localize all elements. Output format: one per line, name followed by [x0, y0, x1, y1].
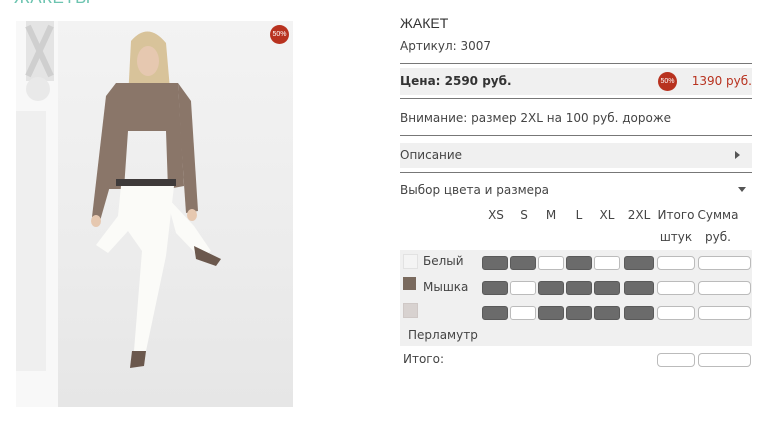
old-price: Цена: 2590 руб. — [400, 74, 512, 88]
price-row: Цена: 2590 руб. 50% 1390 руб. — [400, 68, 752, 95]
divider — [400, 135, 752, 136]
size-header-m: M — [545, 208, 557, 222]
size-cell-m[interactable] — [538, 306, 564, 320]
grand-qty-total — [657, 353, 695, 367]
qty-header-line2: штук — [659, 230, 693, 244]
size-header-s: S — [520, 208, 528, 222]
size-cell-l[interactable] — [566, 256, 592, 270]
size-header-l: L — [575, 208, 583, 222]
new-price: 1390 руб. — [691, 74, 752, 88]
color-name: Белый — [423, 254, 464, 268]
size-header-xl: XL — [599, 208, 615, 222]
size-cell-xs[interactable] — [482, 281, 508, 295]
color-name: Перламутр — [408, 328, 478, 342]
row-sum-total — [698, 256, 751, 270]
size-header-2xl: 2XL — [627, 208, 651, 222]
description-toggle[interactable]: Описание — [400, 143, 752, 168]
size-notice: Внимание: размер 2XL на 100 руб. дороже — [400, 111, 672, 125]
divider — [400, 98, 752, 99]
price-discount-badge: 50% — [658, 72, 677, 91]
grand-total-label: Итого: — [403, 352, 444, 366]
size-cell-s[interactable] — [510, 306, 536, 320]
product-photo[interactable]: 50% — [16, 21, 293, 407]
description-label: Описание — [400, 148, 463, 162]
color-swatch — [403, 254, 418, 269]
row-qty-total — [657, 306, 695, 320]
size-cell-2xl[interactable] — [624, 281, 654, 295]
row-qty-total — [657, 256, 695, 270]
size-cell-s[interactable] — [510, 281, 536, 295]
qty-header-line1: Итого — [657, 208, 695, 222]
divider — [400, 63, 752, 64]
size-cell-m[interactable] — [538, 281, 564, 295]
divider — [400, 172, 752, 173]
arrow-right-icon — [735, 151, 740, 159]
size-cell-2xl[interactable] — [624, 306, 654, 320]
model-illustration — [16, 21, 221, 407]
size-cell-2xl[interactable] — [624, 256, 654, 270]
size-cell-xl[interactable] — [594, 306, 620, 320]
color-swatch — [403, 277, 416, 290]
sum-header-line1: Сумма — [697, 208, 739, 222]
color-name: Мышка — [423, 280, 469, 294]
size-cell-l[interactable] — [566, 306, 592, 320]
category-title: ЖАКЕТЫ — [14, 0, 91, 8]
color-swatch — [403, 303, 418, 318]
product-article: Артикул: 3007 — [400, 39, 492, 53]
row-sum-total — [698, 281, 751, 295]
size-cell-l[interactable] — [566, 281, 592, 295]
size-cell-xl[interactable] — [594, 281, 620, 295]
size-cell-xs[interactable] — [482, 256, 508, 270]
size-cell-xl[interactable] — [594, 256, 620, 270]
grand-sum-total — [698, 353, 751, 367]
size-cell-m[interactable] — [538, 256, 564, 270]
arrow-down-icon[interactable] — [738, 187, 746, 192]
row-qty-total — [657, 281, 695, 295]
product-title: ЖАКЕТ — [400, 15, 449, 31]
size-cell-s[interactable] — [510, 256, 536, 270]
sum-header-line2: руб. — [705, 230, 731, 244]
size-header-xs: XS — [488, 208, 504, 222]
row-sum-total — [698, 306, 751, 320]
discount-badge: 50% — [270, 25, 289, 44]
color-size-toggle[interactable]: Выбор цвета и размера — [400, 183, 549, 197]
size-cell-xs[interactable] — [482, 306, 508, 320]
